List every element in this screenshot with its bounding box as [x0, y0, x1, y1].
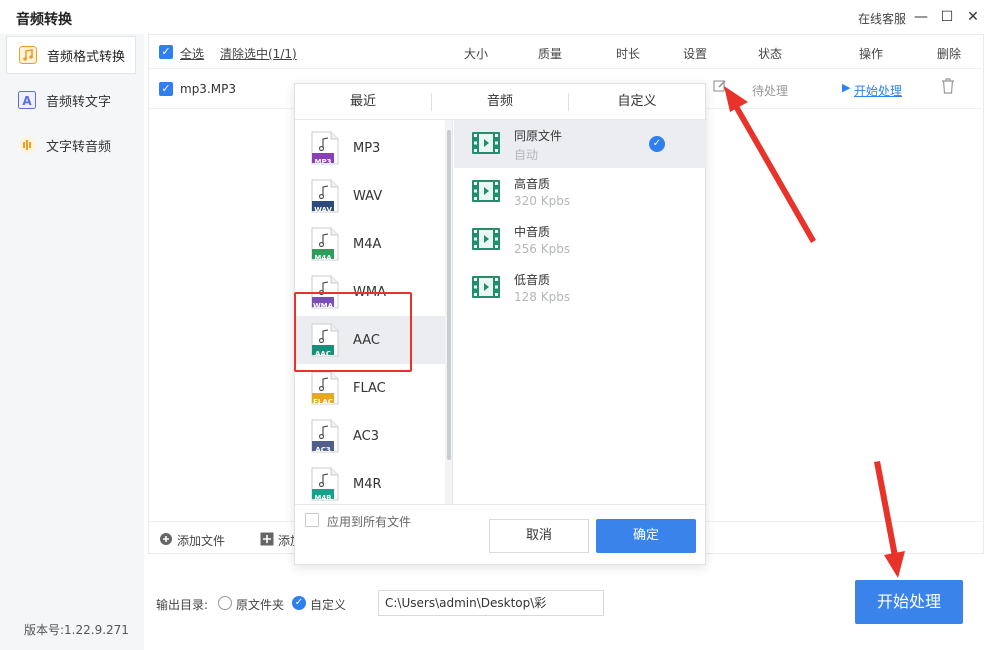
arrow-to-start-button: [874, 461, 905, 578]
annotation-arrows: [724, 86, 905, 578]
arrow-to-settings: [724, 86, 816, 243]
